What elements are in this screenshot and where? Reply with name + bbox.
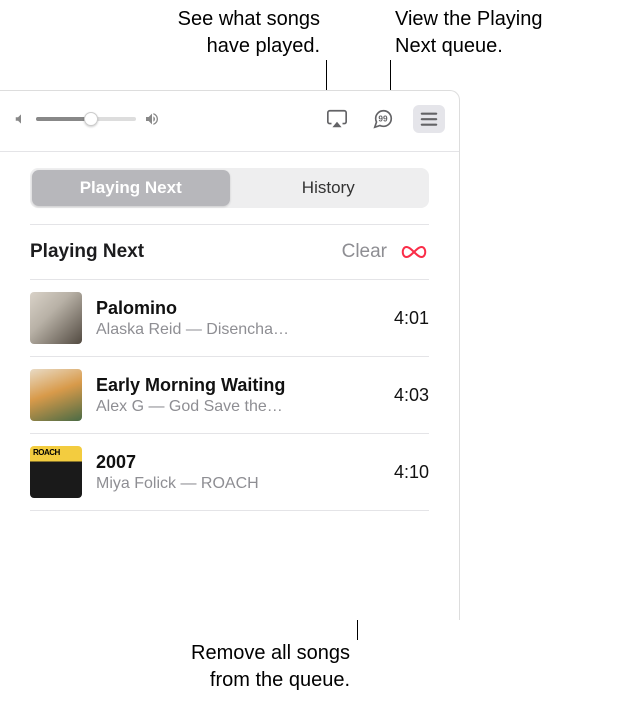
track-meta: 2007 Miya Folick — ROACH (96, 452, 372, 493)
queue-list: Palomino Alaska Reid — Disencha… 4:01 Ea… (30, 279, 429, 511)
track-title: Palomino (96, 298, 372, 319)
playing-next-panel: 99 Playing Next History Playing Next Cle… (0, 90, 460, 620)
volume-low-icon (14, 112, 28, 126)
annotation-history: See what songs have played. (110, 6, 320, 60)
track-title: 2007 (96, 452, 372, 473)
section-header: Playing Next Clear (0, 225, 459, 273)
album-art (30, 369, 82, 421)
volume-control[interactable] (14, 111, 160, 127)
track-meta: Early Morning Waiting Alex G — God Save … (96, 375, 372, 416)
divider (0, 151, 459, 152)
track-duration: 4:01 (386, 308, 429, 329)
track-row[interactable]: 2007 Miya Folick — ROACH 4:10 (30, 434, 429, 511)
track-title: Early Morning Waiting (96, 375, 372, 396)
track-duration: 4:10 (386, 462, 429, 483)
svg-text:99: 99 (378, 114, 388, 123)
lyrics-icon[interactable]: 99 (367, 105, 399, 133)
clear-button[interactable]: Clear (342, 241, 387, 263)
section-title: Playing Next (30, 241, 144, 263)
infinity-icon[interactable] (399, 241, 429, 263)
tab-history[interactable]: History (230, 170, 428, 206)
volume-high-icon (144, 111, 160, 127)
tab-playing-next[interactable]: Playing Next (32, 170, 230, 206)
track-row[interactable]: Early Morning Waiting Alex G — God Save … (30, 357, 429, 434)
airplay-icon[interactable] (321, 105, 353, 133)
album-art (30, 446, 82, 498)
track-duration: 4:03 (386, 385, 429, 406)
track-row[interactable]: Palomino Alaska Reid — Disencha… 4:01 (30, 280, 429, 357)
track-meta: Palomino Alaska Reid — Disencha… (96, 298, 372, 339)
track-subtitle: Alex G — God Save the… (96, 398, 372, 416)
album-art (30, 292, 82, 344)
volume-slider[interactable] (36, 117, 136, 121)
queue-tabs: Playing Next History (30, 168, 429, 208)
top-controls: 99 (0, 91, 459, 151)
track-subtitle: Alaska Reid — Disencha… (96, 321, 372, 339)
queue-icon[interactable] (413, 105, 445, 133)
annotation-queue-icon: View the Playing Next queue. (395, 6, 620, 60)
track-subtitle: Miya Folick — ROACH (96, 475, 372, 493)
annotation-clear: Remove all songs from the queue. (120, 640, 350, 694)
